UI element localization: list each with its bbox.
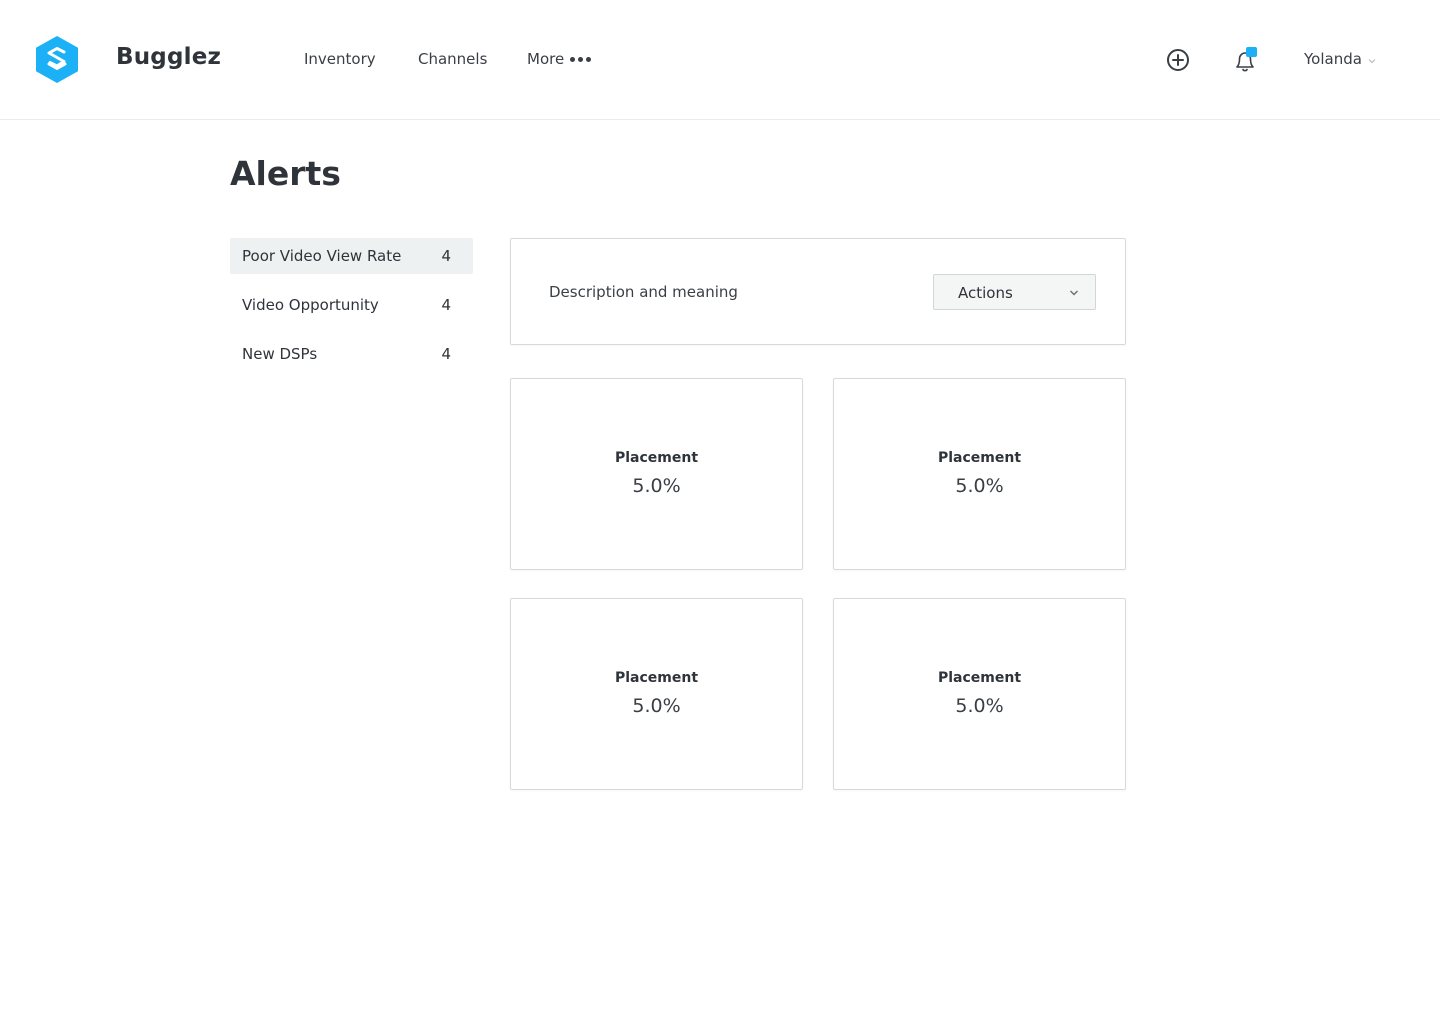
- sidebar-item-video-opportunity[interactable]: Video Opportunity 4: [230, 287, 473, 323]
- page-title: Alerts: [230, 154, 341, 193]
- nav-inventory[interactable]: Inventory: [304, 50, 376, 68]
- sidebar-item-label: Video Opportunity: [242, 296, 379, 314]
- actions-dropdown-label: Actions: [958, 284, 1013, 302]
- notification-badge: [1246, 47, 1257, 57]
- sidebar-item-label: New DSPs: [242, 345, 318, 363]
- metric-value: 5.0%: [955, 475, 1004, 497]
- chevron-down-icon: [1069, 290, 1079, 296]
- nav-more[interactable]: More: [527, 50, 592, 68]
- metric-label: Placement: [614, 670, 699, 686]
- sidebar-item-poor-video-view-rate[interactable]: Poor Video View Rate 4: [230, 238, 473, 274]
- metric-label: Placement: [614, 450, 699, 466]
- sidebar-item-count: 4: [441, 296, 451, 314]
- metric-label: Placement: [937, 450, 1022, 466]
- placement-card[interactable]: Placement 5.0%: [510, 598, 803, 790]
- sidebar-item-count: 4: [441, 247, 451, 265]
- user-name: Yolanda: [1304, 50, 1362, 68]
- sidebar-item-new-dsps[interactable]: New DSPs 4: [230, 336, 473, 372]
- plus-circle-icon[interactable]: [1166, 48, 1190, 72]
- nav-channels[interactable]: Channels: [418, 50, 487, 68]
- description-card: Description and meaning Actions: [510, 238, 1126, 345]
- hexagon-logo-icon[interactable]: [36, 36, 78, 83]
- placement-card[interactable]: Placement 5.0%: [510, 378, 803, 570]
- placement-card[interactable]: Placement 5.0%: [833, 378, 1126, 570]
- metric-value: 5.0%: [632, 695, 681, 717]
- metric-value: 5.0%: [632, 475, 681, 497]
- more-dots-icon: [570, 56, 592, 62]
- nav-more-label: More: [527, 50, 565, 68]
- metric-label: Placement: [937, 670, 1022, 686]
- metric-value: 5.0%: [955, 695, 1004, 717]
- user-menu[interactable]: Yolanda: [1304, 50, 1376, 68]
- description-text: Description and meaning: [549, 283, 738, 301]
- actions-dropdown[interactable]: Actions: [933, 274, 1096, 310]
- chevron-down-icon: [1368, 58, 1376, 63]
- placement-card[interactable]: Placement 5.0%: [833, 598, 1126, 790]
- brand-name[interactable]: Bugglez: [116, 44, 221, 70]
- bell-icon[interactable]: [1233, 46, 1259, 74]
- top-navigation-bar: Bugglez Inventory Channels More Yolanda: [0, 0, 1440, 120]
- sidebar-item-label: Poor Video View Rate: [242, 247, 402, 265]
- sidebar-item-count: 4: [441, 345, 451, 363]
